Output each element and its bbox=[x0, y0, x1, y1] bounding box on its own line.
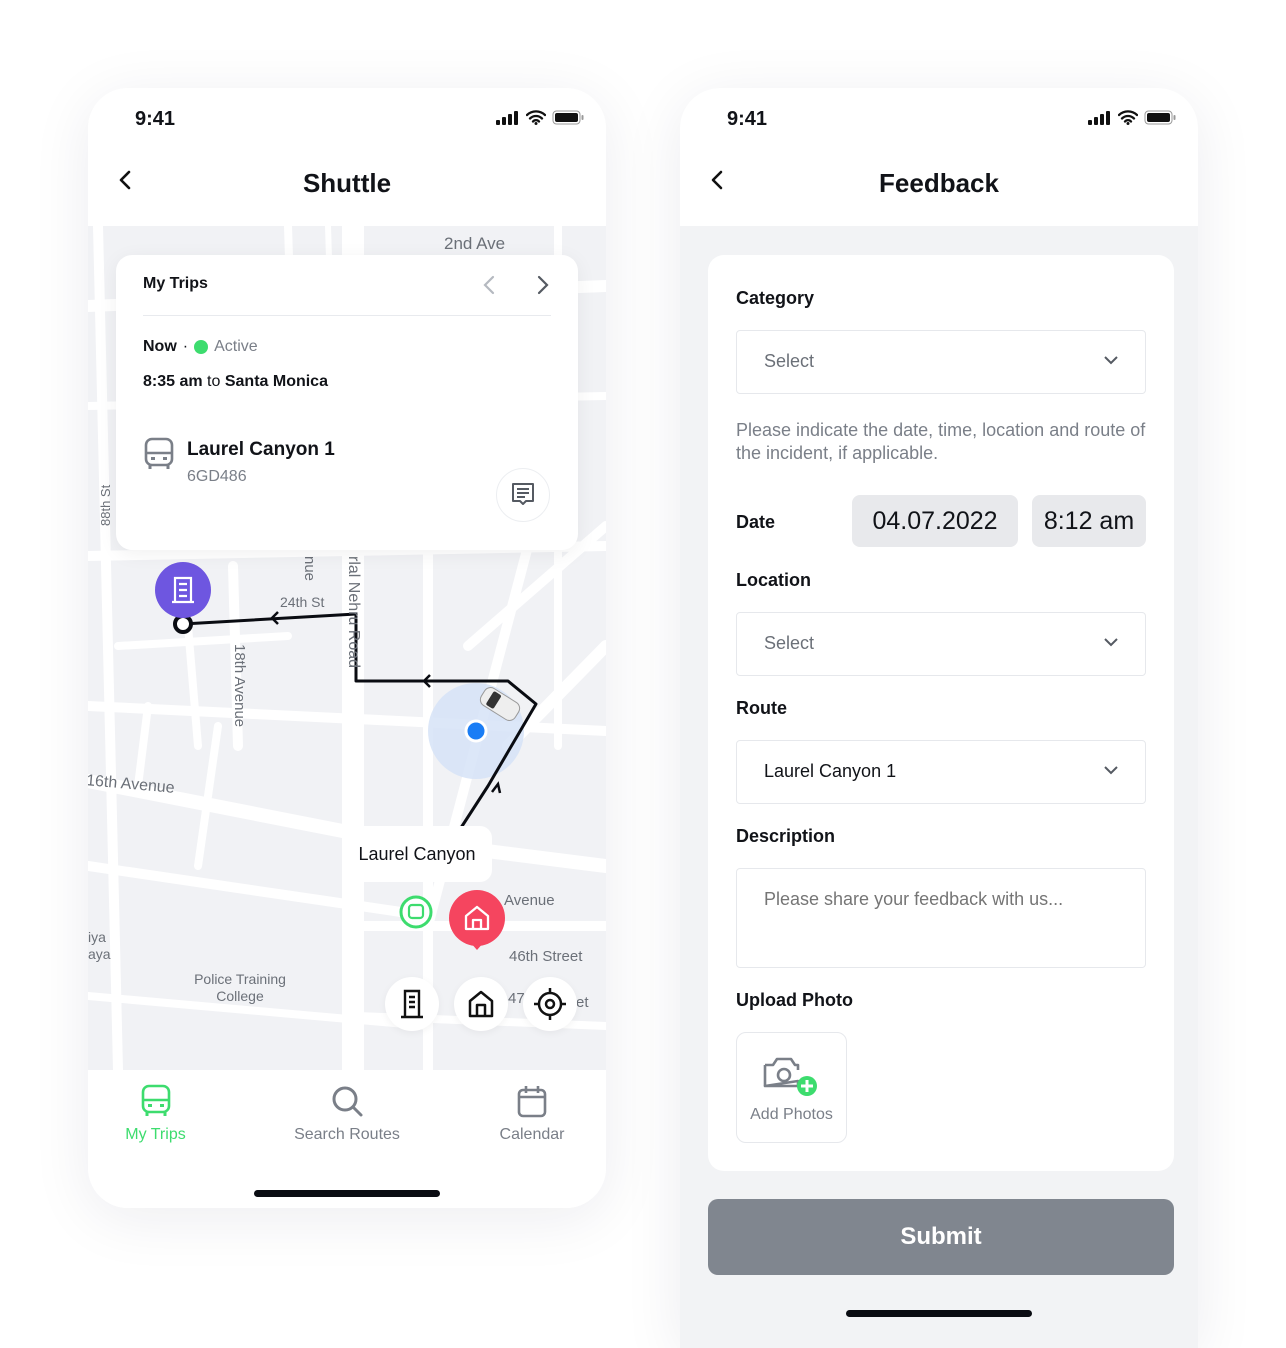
status-time: 9:41 bbox=[135, 108, 176, 130]
feedback-button[interactable] bbox=[496, 468, 550, 522]
stop-tooltip: Laurel Canyon bbox=[342, 826, 492, 882]
map[interactable]: 2nd Ave 88th St nue rlal Nehru Road 24th… bbox=[88, 226, 606, 1070]
map-label: Police Training bbox=[194, 971, 286, 987]
add-photos-label: Add Photos bbox=[750, 1106, 833, 1123]
bus-icon bbox=[144, 437, 174, 469]
bottom-nav: My Trips Search Routes Calendar bbox=[88, 1070, 606, 1208]
chevron-down-icon bbox=[1104, 356, 1118, 365]
trip-status: Active bbox=[214, 338, 258, 355]
message-icon bbox=[512, 483, 534, 505]
upload-label: Upload Photo bbox=[736, 990, 853, 1010]
battery-icon bbox=[1144, 110, 1176, 125]
select-value: Select bbox=[764, 351, 815, 371]
status-bar: 9:41 bbox=[88, 108, 606, 132]
nav-label: Calendar bbox=[499, 1126, 565, 1143]
select-value: Select bbox=[764, 633, 815, 653]
chevron-down-icon bbox=[1104, 766, 1118, 775]
active-dot-icon bbox=[194, 340, 209, 354]
signal-icon bbox=[496, 110, 518, 125]
divider bbox=[143, 315, 551, 316]
next-trip-button[interactable] bbox=[536, 275, 550, 295]
home-indicator bbox=[254, 1190, 440, 1197]
chevron-down-icon bbox=[1104, 638, 1118, 647]
nav-label: Search Routes bbox=[294, 1126, 400, 1143]
map-label: 18th Avenue bbox=[231, 644, 248, 728]
status-bar: 9:41 bbox=[680, 108, 1198, 132]
nav-search-routes[interactable]: Search Routes bbox=[282, 1084, 412, 1144]
select-value: Laurel Canyon 1 bbox=[764, 761, 897, 781]
date-picker[interactable]: 04.07.2022 bbox=[852, 495, 1018, 547]
hint-text: Please indicate the date, time, location… bbox=[736, 420, 1146, 463]
submit-button[interactable]: Submit bbox=[708, 1199, 1174, 1275]
map-label: aya bbox=[88, 946, 111, 962]
route-label: Route bbox=[736, 698, 787, 718]
previous-trip-button[interactable] bbox=[482, 275, 496, 295]
nav-calendar[interactable]: Calendar bbox=[488, 1084, 576, 1144]
home-button[interactable] bbox=[454, 977, 508, 1031]
home-icon bbox=[468, 990, 494, 1018]
home-pin bbox=[449, 890, 505, 946]
trip-destination: Santa Monica bbox=[224, 373, 328, 390]
trip-time: 8:35 am bbox=[143, 373, 203, 390]
home-indicator bbox=[846, 1310, 1032, 1317]
map-label: Avenue bbox=[504, 892, 555, 909]
separator: · bbox=[182, 338, 189, 355]
map-label: 24th St bbox=[280, 594, 325, 610]
wifi-icon bbox=[1118, 110, 1138, 125]
bus-stop-marker bbox=[399, 895, 433, 929]
location-label: Location bbox=[736, 570, 811, 590]
map-label: et bbox=[576, 994, 589, 1011]
feedback-form: Category Select Please indicate the date… bbox=[708, 255, 1174, 1171]
header: 9:41 Feedback bbox=[680, 88, 1198, 226]
current-location-dot bbox=[464, 719, 488, 743]
page-title: Shuttle bbox=[302, 168, 392, 198]
description-label: Description bbox=[736, 826, 836, 846]
add-photos-button[interactable]: Add Photos bbox=[736, 1032, 847, 1143]
category-label: Category bbox=[736, 288, 815, 308]
map-label: 46th Street bbox=[509, 948, 583, 965]
description-input[interactable] bbox=[736, 868, 1146, 968]
map-label: College bbox=[216, 988, 264, 1004]
feedback-screen: 9:41 Feedback Category Select Please ind… bbox=[680, 88, 1198, 1348]
calendar-icon bbox=[517, 1086, 547, 1118]
battery-icon bbox=[552, 110, 584, 125]
nav-my-trips[interactable]: My Trips bbox=[108, 1084, 203, 1144]
bus-icon bbox=[141, 1084, 170, 1116]
map-label: rlal Nehru Road bbox=[345, 556, 362, 669]
building-icon bbox=[401, 989, 423, 1019]
trip-card-heading: My Trips bbox=[143, 275, 208, 292]
time-picker[interactable]: 8:12 am bbox=[1032, 495, 1146, 547]
map-label: 88th St bbox=[98, 484, 113, 526]
page-title: Feedback bbox=[879, 168, 999, 198]
location-select[interactable]: Select bbox=[736, 612, 1146, 676]
camera-add-icon bbox=[763, 1057, 817, 1096]
office-button[interactable] bbox=[385, 977, 439, 1031]
header: 9:41 Shuttle bbox=[88, 88, 606, 226]
nav-label: My Trips bbox=[125, 1126, 186, 1143]
wifi-icon bbox=[526, 110, 546, 125]
category-select[interactable]: Select bbox=[736, 330, 1146, 394]
map-label: 2nd Ave bbox=[444, 234, 506, 253]
status-time: 9:41 bbox=[727, 108, 768, 130]
date-label: Date bbox=[736, 512, 776, 532]
trip-when: Now bbox=[143, 338, 177, 355]
route-start bbox=[173, 614, 193, 634]
route-select[interactable]: Laurel Canyon 1 bbox=[736, 740, 1146, 804]
map-label: iya bbox=[88, 929, 106, 945]
search-icon bbox=[332, 1086, 363, 1117]
vehicle-plate: 6GD486 bbox=[187, 468, 247, 485]
recenter-button[interactable] bbox=[523, 977, 577, 1031]
trip-card[interactable]: My Trips Now · Active 8:35 am to Santa M… bbox=[116, 255, 578, 550]
trip-to: to bbox=[207, 373, 221, 390]
map-label: nue bbox=[301, 556, 318, 582]
shuttle-screen: 9:41 Shuttle 2nd Ave 88th St nue rlal Ne… bbox=[88, 88, 606, 1208]
crosshair-icon bbox=[534, 988, 566, 1020]
route-name: Laurel Canyon 1 bbox=[187, 439, 335, 460]
signal-icon bbox=[1088, 110, 1110, 125]
